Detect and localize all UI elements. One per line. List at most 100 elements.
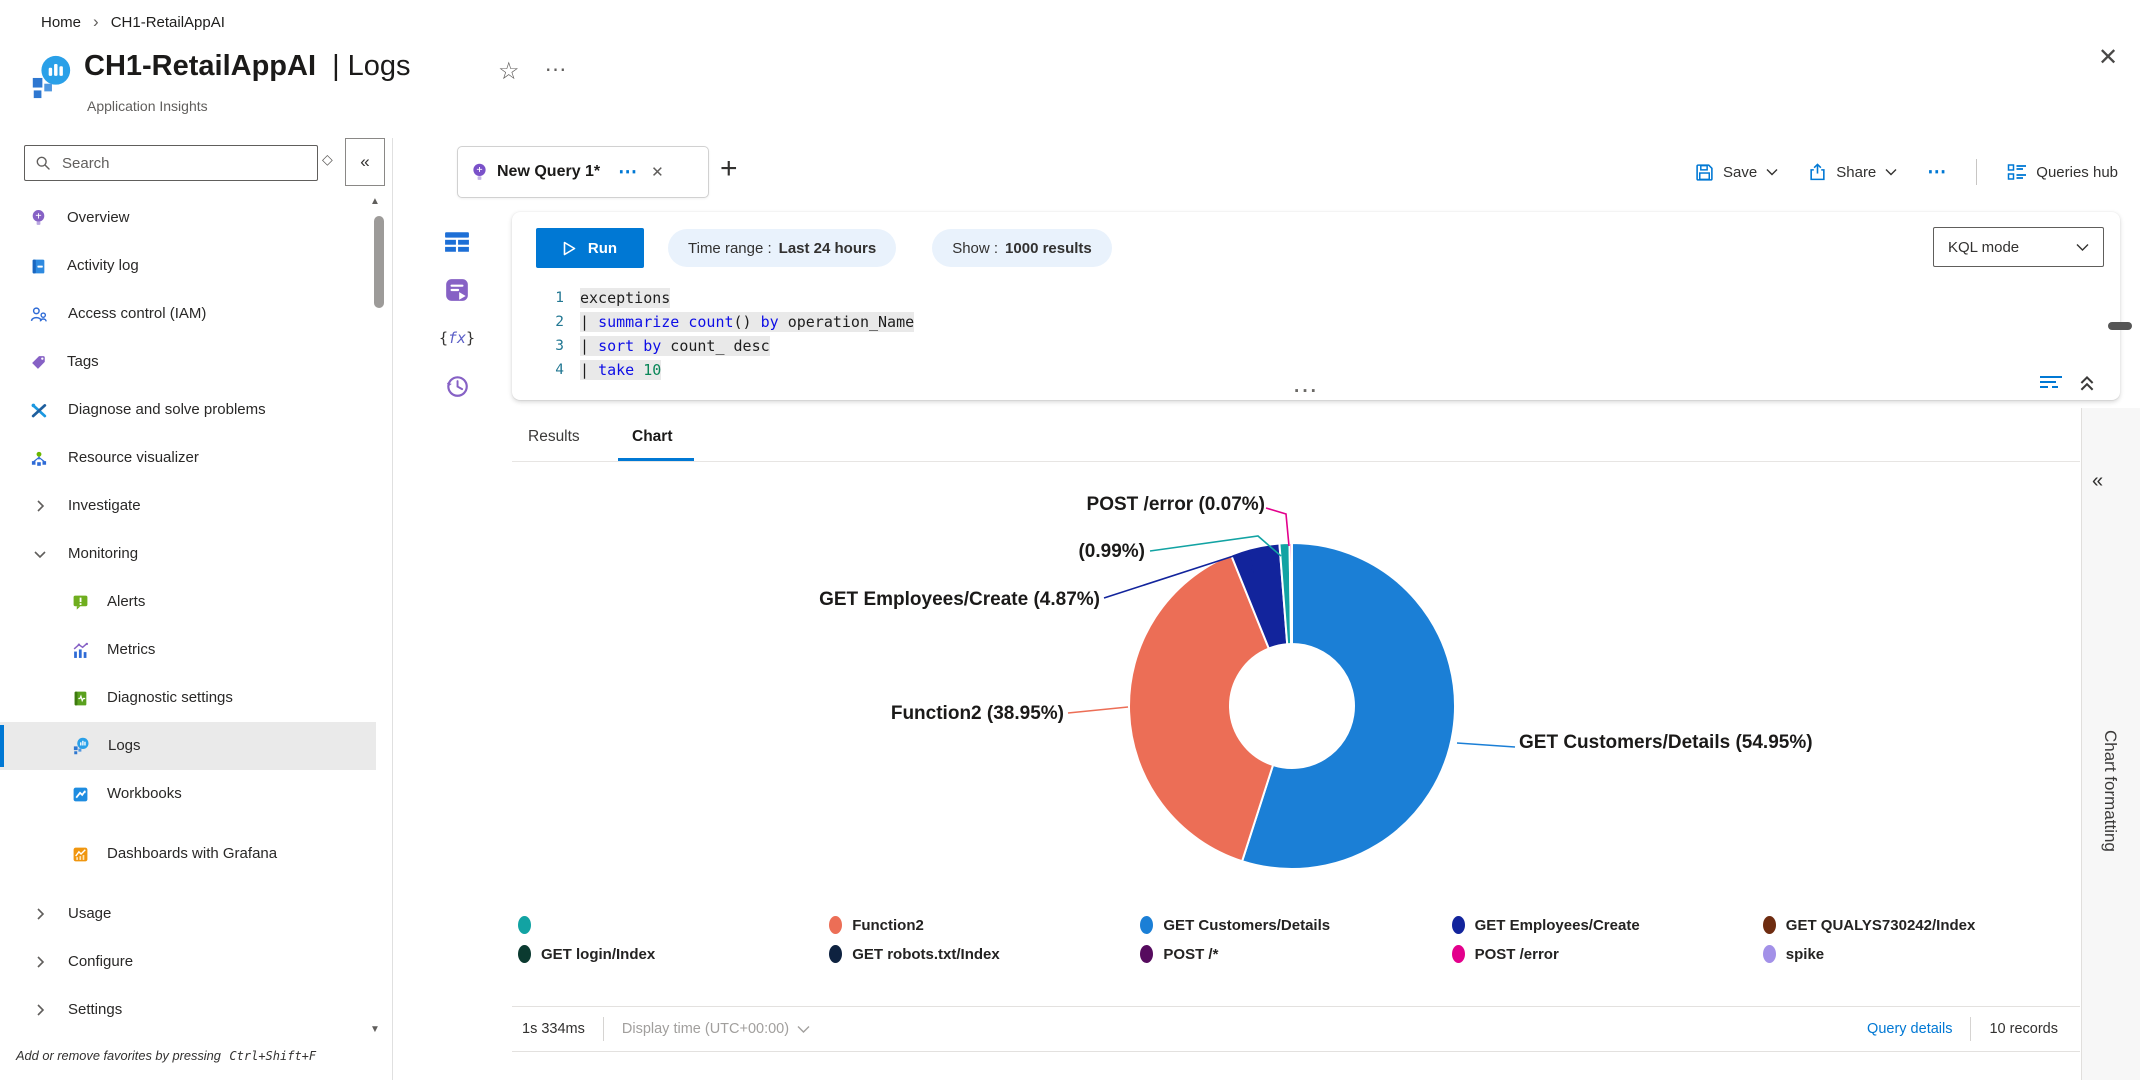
query-toolbar-actions: Save Share ⋯ Queries hub <box>1560 146 2132 198</box>
alerts-icon <box>72 594 89 611</box>
query-tab[interactable]: New Query 1* ⋯ ✕ <box>457 146 709 198</box>
sidebar-group-investigate[interactable]: Investigate <box>0 482 376 530</box>
chevron-right-icon <box>32 954 48 970</box>
metrics-icon <box>72 642 89 659</box>
new-query-tab-button[interactable]: + <box>720 152 738 186</box>
share-icon <box>1808 163 1827 182</box>
query-tab-more-icon[interactable]: ⋯ <box>618 161 637 184</box>
chevron-down-icon <box>2076 243 2089 252</box>
search-input[interactable] <box>60 154 290 173</box>
sidebar-item-workbooks[interactable]: Workbooks <box>0 770 376 818</box>
save-icon <box>1695 163 1714 182</box>
header-more-icon[interactable]: … <box>544 52 567 75</box>
legend-item[interactable]: Function2 <box>829 912 1140 938</box>
sidebar-group-usage[interactable]: Usage <box>0 890 376 938</box>
legend-item[interactable]: GET QUALYS730242/Index <box>1763 912 2074 938</box>
toolbar-more-icon[interactable]: ⋯ <box>1927 161 1946 184</box>
donut-chart <box>512 464 2080 912</box>
tag-icon <box>30 354 47 371</box>
sidebar-item-activity-log[interactable]: Activity log <box>0 242 376 290</box>
legend-dot <box>1452 945 1465 963</box>
shortcut-kbd: Ctrl+Shift+F <box>229 1049 316 1063</box>
legend-dot <box>1763 916 1776 934</box>
sidebar-item-tags[interactable]: Tags <box>0 338 376 386</box>
share-button[interactable]: Share <box>1808 163 1897 182</box>
legend-item[interactable] <box>518 912 829 938</box>
save-button[interactable]: Save <box>1695 163 1778 182</box>
functions-pane-icon[interactable]: {fx} <box>441 322 473 354</box>
chevron-down-icon <box>1885 168 1897 176</box>
sidebar-item-alerts[interactable]: Alerts <box>0 578 376 626</box>
legend-dot <box>1452 916 1465 934</box>
collapse-editor-icon[interactable] <box>2078 374 2096 392</box>
sidebar-menu: Overview Activity log Access control (IA… <box>0 194 376 1034</box>
sidebar-group-monitoring[interactable]: Monitoring <box>0 530 376 578</box>
breadcrumb-home[interactable]: Home <box>41 14 81 31</box>
chevron-down-icon <box>32 546 48 562</box>
legend-dot <box>518 916 531 934</box>
sidebar-item-access-control[interactable]: Access control (IAM) <box>0 290 376 338</box>
run-button[interactable]: Run <box>536 228 644 268</box>
favorite-star-icon[interactable]: ☆ <box>498 60 520 84</box>
query-history-icon[interactable] <box>441 370 473 402</box>
tab-chart[interactable]: Chart <box>632 428 672 446</box>
legend-label: Function2 <box>852 917 924 934</box>
editor-resize-grip[interactable]: ··· <box>1294 382 1319 401</box>
page-title: CH1-RetailAppAI | Logs <box>84 50 411 83</box>
activity-log-icon <box>30 258 47 275</box>
close-blade-icon[interactable]: ✕ <box>2098 46 2118 70</box>
sidebar-item-resource-visualizer[interactable]: Resource visualizer <box>0 434 376 482</box>
breadcrumb: Home › CH1-RetailAppAI <box>41 12 225 32</box>
legend-item[interactable]: spike <box>1763 941 2074 967</box>
legend-item[interactable]: POST /error <box>1452 941 1763 967</box>
word-wrap-icon[interactable] <box>2038 374 2064 392</box>
azure-portal-page: Home › CH1-RetailAppAI CH1-RetailAppAI |… <box>0 0 2140 1080</box>
legend-dot <box>1140 945 1153 963</box>
tables-pane-icon[interactable] <box>441 226 473 258</box>
kql-editor[interactable]: 1exceptions 2| summarize count() by oper… <box>538 286 914 382</box>
chart-callout-function2: Function2 (38.95%) <box>891 703 1064 725</box>
leader-line-post-error <box>1266 508 1289 546</box>
record-count: 10 records <box>1989 1021 2058 1037</box>
legend-dot <box>518 945 531 963</box>
legend-label: POST /* <box>1163 946 1218 963</box>
sidebar-group-settings[interactable]: Settings <box>0 986 376 1034</box>
legend-item[interactable]: GET Customers/Details <box>1140 912 1451 938</box>
query-editor-card: Run Time range : Last 24 hours Show : 10… <box>512 212 2120 400</box>
sidebar-item-metrics[interactable]: Metrics <box>0 626 376 674</box>
kql-mode-select[interactable]: KQL mode <box>1933 227 2104 267</box>
queries-hub-button[interactable]: Queries hub <box>2007 163 2118 181</box>
sidebar-collapse-button[interactable]: « <box>345 138 385 186</box>
query-tab-close-icon[interactable]: ✕ <box>651 163 664 181</box>
legend-item[interactable]: POST /* <box>1140 941 1451 967</box>
time-range-picker[interactable]: Time range : Last 24 hours <box>668 229 896 267</box>
sidebar-item-logs[interactable]: Logs <box>0 722 376 770</box>
sidebar-item-dashboards-grafana[interactable]: Dashboards with Grafana <box>0 818 376 890</box>
chevron-down-icon <box>1766 168 1778 176</box>
chevron-right-icon <box>32 906 48 922</box>
breadcrumb-resource[interactable]: CH1-RetailAppAI <box>111 14 225 31</box>
tab-results[interactable]: Results <box>528 428 580 446</box>
chart-formatting-label[interactable]: Chart formatting <box>2100 730 2120 852</box>
expand-panel-icon[interactable]: « <box>2092 470 2103 493</box>
sidebar-item-diagnose[interactable]: Diagnose and solve problems <box>0 386 376 434</box>
sidebar-item-overview[interactable]: Overview <box>0 194 376 242</box>
legend-item[interactable]: GET login/Index <box>518 941 829 967</box>
donut-slice-4[interactable] <box>1290 543 1292 644</box>
application-insights-icon <box>28 54 74 100</box>
filter-diamond-icon[interactable]: ◇ <box>322 152 333 166</box>
query-details-link[interactable]: Query details <box>1867 1021 1952 1037</box>
chart-callout-post-error: POST /error (0.07%) <box>1087 494 1265 516</box>
display-time-selector[interactable]: Display time (UTC+00:00) <box>622 1021 810 1037</box>
sidebar-item-diagnostic-settings[interactable]: Diagnostic settings <box>0 674 376 722</box>
sidebar-group-configure[interactable]: Configure <box>0 938 376 986</box>
legend-item[interactable]: GET Employees/Create <box>1452 912 1763 938</box>
resource-tree-icon <box>30 450 48 467</box>
legend-dot <box>1763 945 1776 963</box>
legend-label: GET Customers/Details <box>1163 917 1330 934</box>
legend-item[interactable]: GET robots.txt/Index <box>829 941 1140 967</box>
queries-pane-icon[interactable] <box>441 274 473 306</box>
blade-scrollbar-thumb[interactable] <box>2108 322 2132 330</box>
query-bulb-icon <box>472 163 487 182</box>
show-results-picker[interactable]: Show : 1000 results <box>932 229 1112 267</box>
